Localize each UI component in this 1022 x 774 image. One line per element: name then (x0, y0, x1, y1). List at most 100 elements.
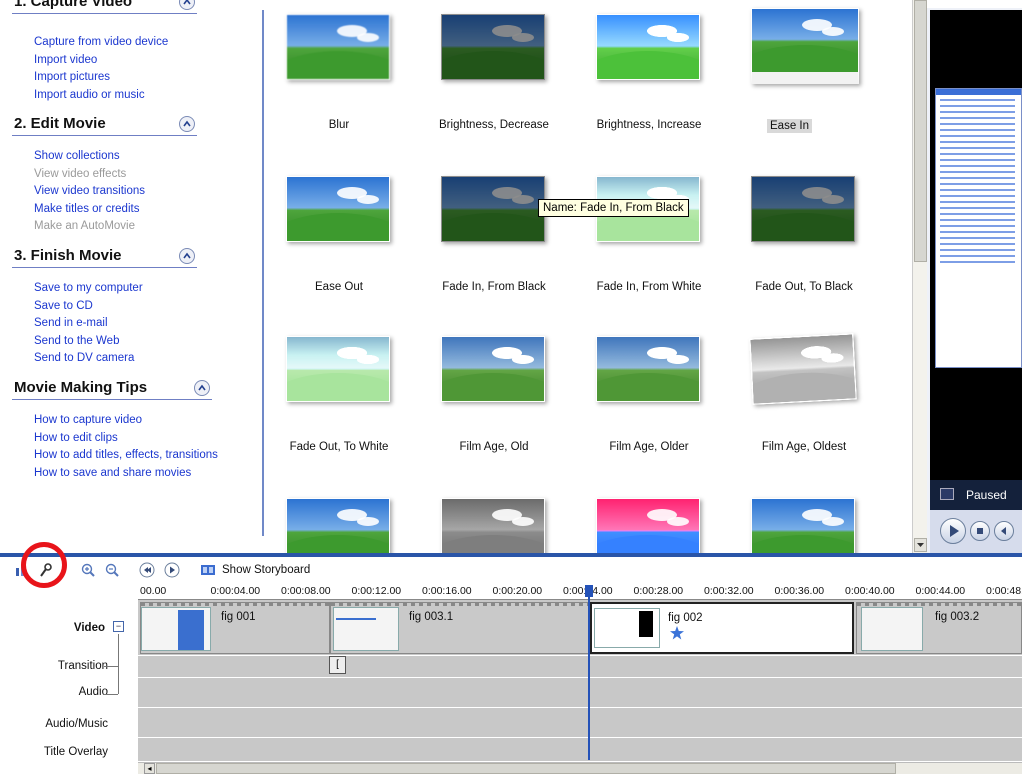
link-import-pictures[interactable]: Import pictures (34, 69, 249, 87)
film-icon (940, 488, 954, 500)
chevron-up-icon[interactable] (194, 380, 210, 396)
link-view-video-transitions[interactable]: View video transitions (34, 183, 249, 201)
previous-frame-button[interactable] (994, 521, 1014, 541)
audio-track[interactable] (138, 678, 1022, 708)
zoom-out-icon[interactable] (104, 562, 120, 578)
chevron-up-icon[interactable] (179, 0, 195, 10)
chevron-up-icon[interactable] (179, 248, 195, 264)
effect-label: Blur (328, 119, 350, 131)
title-overlay-track[interactable] (138, 738, 1022, 762)
track-label-audio-music: Audio/Music (45, 718, 108, 730)
effect-thumbnail[interactable] (286, 176, 390, 242)
ruler-tick-label: 0:00:48.00 (986, 585, 1022, 597)
effect-tile[interactable]: Fade In, From Black (419, 166, 579, 306)
link-show-collections[interactable]: Show collections (34, 148, 249, 166)
timeline-clip[interactable]: fig 003.2 (856, 602, 1022, 654)
link-capture-from-device[interactable]: Capture from video device (34, 34, 249, 52)
link-how-to-add-titles[interactable]: How to add titles, effects, transitions (34, 447, 249, 465)
chevron-up-icon[interactable] (179, 116, 195, 132)
effect-tile[interactable]: Ease In (729, 4, 889, 144)
link-how-to-save[interactable]: How to save and share movies (34, 465, 249, 483)
link-import-audio[interactable]: Import audio or music (34, 87, 249, 105)
effect-tile[interactable]: Blur (264, 4, 424, 144)
effect-star-icon (670, 626, 684, 643)
link-send-email[interactable]: Send in e-mail (34, 315, 249, 333)
section-finish-movie: 3. Finish Movie (12, 246, 197, 268)
effect-tile[interactable]: Fade Out, To Black (729, 166, 889, 306)
link-how-to-capture[interactable]: How to capture video (34, 412, 249, 430)
zoom-in-icon[interactable] (80, 562, 96, 578)
timeline-clip-selected[interactable]: fig 002 (590, 602, 854, 654)
effect-thumbnail[interactable] (441, 336, 545, 402)
link-make-titles[interactable]: Make titles or credits (34, 201, 249, 219)
effect-tile[interactable] (729, 488, 889, 553)
section-header[interactable]: 3. Finish Movie (12, 246, 197, 268)
stop-button[interactable] (970, 521, 990, 541)
effect-thumbnail[interactable] (286, 498, 390, 553)
track-label-video: Video (73, 622, 105, 634)
timeline-ruler[interactable]: 00.00 0:00:04.00 0:00:08.00 0:00:12.00 0:00:… (138, 583, 1022, 600)
link-save-to-computer[interactable]: Save to my computer (34, 280, 249, 298)
timeline-scrollbar[interactable]: ◂ (138, 762, 1022, 774)
play-icon[interactable] (164, 562, 180, 578)
link-send-dv-camera[interactable]: Send to DV camera (34, 350, 249, 368)
effect-tile[interactable]: Brightness, Decrease (419, 4, 579, 144)
effect-thumbnail[interactable] (751, 8, 859, 84)
transition-marker[interactable]: [ (329, 656, 346, 674)
timeline-clip[interactable]: fig 003.1 (330, 602, 590, 654)
effect-tile[interactable]: Film Age, Old (419, 326, 579, 466)
tips-links: How to capture video How to edit clips H… (34, 412, 249, 482)
scrollbar-thumb[interactable] (156, 763, 896, 774)
rewind-icon[interactable] (139, 562, 155, 578)
effect-label: Fade In, From White (596, 281, 702, 293)
section-header[interactable]: 2. Edit Movie (12, 114, 197, 136)
effect-tile[interactable]: Ease Out (264, 166, 424, 306)
effect-thumbnail[interactable] (749, 333, 857, 405)
ruler-tick-label: 0:00:12.00 (351, 585, 402, 597)
effect-tile[interactable]: Film Age, Older (574, 326, 734, 466)
scroll-left-arrow-icon[interactable]: ◂ (144, 763, 155, 774)
effect-tile[interactable] (264, 488, 424, 553)
effect-thumbnail[interactable] (441, 14, 545, 80)
link-import-video[interactable]: Import video (34, 52, 249, 70)
gallery-scrollbar[interactable] (912, 0, 927, 553)
video-track[interactable]: fig 001 fig 003.1 fig 002 fig 003.2 (138, 600, 1022, 656)
effect-tile[interactable]: Film Age, Oldest (729, 326, 889, 466)
storyboard-icon[interactable] (200, 562, 216, 578)
collapse-track-icon[interactable]: − (113, 621, 124, 632)
section-header[interactable]: Movie Making Tips (12, 378, 212, 400)
scrollbar-thumb[interactable] (914, 0, 927, 262)
effect-thumbnail[interactable] (286, 336, 390, 402)
player-controls (930, 510, 1022, 553)
effect-tile[interactable]: Fade Out, To White (264, 326, 424, 466)
link-save-to-cd[interactable]: Save to CD (34, 298, 249, 316)
effect-thumbnail[interactable] (286, 14, 390, 80)
scroll-down-arrow-icon[interactable] (914, 538, 927, 552)
effect-label: Film Age, Old (459, 441, 529, 453)
effect-thumbnail[interactable] (596, 14, 700, 80)
audio-music-track[interactable] (138, 708, 1022, 738)
clip-name: fig 003.1 (409, 611, 454, 623)
timeline-toolbar: Show Storyboard (0, 557, 1022, 583)
effect-thumbnail[interactable] (596, 498, 700, 553)
effect-thumbnail[interactable] (441, 498, 545, 553)
effect-thumbnail[interactable] (751, 176, 855, 242)
effect-label: Ease Out (315, 281, 363, 293)
effect-label: Brightness, Decrease (439, 119, 549, 131)
clip-name: fig 001 (221, 611, 256, 623)
effect-thumbnail[interactable] (441, 176, 545, 242)
effect-tile[interactable]: Fade In, From White (574, 166, 734, 306)
link-send-web[interactable]: Send to the Web (34, 333, 249, 351)
ruler-tick-label: 0:00:36.00 (774, 585, 825, 597)
effect-tile[interactable] (419, 488, 579, 553)
section-header[interactable]: 1. Capture Video (12, 0, 197, 14)
timeline-clip[interactable]: fig 001 (140, 602, 330, 654)
effect-thumbnail[interactable] (596, 336, 700, 402)
link-how-to-edit[interactable]: How to edit clips (34, 430, 249, 448)
effect-tile[interactable] (574, 488, 734, 553)
effect-thumbnail[interactable] (751, 498, 855, 553)
effect-tile[interactable]: Brightness, Increase (574, 4, 734, 144)
transition-track[interactable] (138, 656, 1022, 678)
show-storyboard-button[interactable]: Show Storyboard (222, 564, 310, 576)
play-button[interactable] (940, 518, 966, 544)
